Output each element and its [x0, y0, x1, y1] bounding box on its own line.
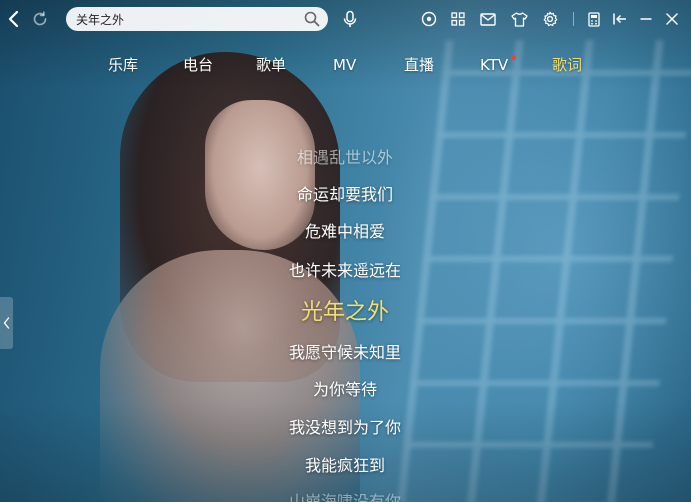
back-arrow-icon[interactable] [2, 8, 24, 30]
lyric-line[interactable]: 相遇乱世以外 [230, 144, 460, 168]
search-input[interactable] [76, 12, 291, 26]
tab-music-library[interactable]: 乐库 [108, 50, 138, 80]
current-lyric-line[interactable]: 光年之外 [230, 294, 460, 326]
lyric-line[interactable]: 为你等待 [230, 376, 460, 400]
tab-label: 直播 [404, 56, 435, 74]
tab-label: 歌词 [552, 56, 583, 74]
record-icon[interactable] [420, 10, 438, 28]
side-panel-toggle[interactable] [0, 297, 13, 349]
lyric-line[interactable]: 我能疯狂到 [230, 452, 460, 476]
settings-gear-icon[interactable] [541, 10, 559, 28]
lyric-line[interactable]: 我没想到为了你 [230, 414, 460, 438]
tab-lyrics[interactable]: 歌词 [552, 50, 582, 80]
tab-label: MV [333, 56, 357, 74]
toolbar-divider [573, 12, 574, 26]
player-window: 乐库 电台 歌单 MV 直播 KTV 歌词 相遇乱世以外 命运却要我们 危难中相… [0, 0, 691, 502]
tab-label: 电台 [183, 56, 214, 74]
calculator-icon[interactable] [585, 10, 603, 28]
minimize-icon[interactable] [637, 10, 655, 28]
notification-dot [511, 55, 517, 60]
tab-live[interactable]: 直播 [404, 50, 434, 80]
lyric-line[interactable]: 山崩海啸没有你 [230, 488, 460, 502]
tab-playlists[interactable]: 歌单 [256, 50, 286, 80]
lyric-line[interactable]: 也许未来遥远在 [230, 257, 460, 281]
grid-apps-icon[interactable] [449, 10, 467, 28]
category-tabs: 乐库 电台 歌单 MV 直播 KTV 歌词 [0, 50, 691, 80]
lyric-line[interactable]: 危难中相爱 [230, 218, 460, 242]
lyric-line[interactable]: 命运却要我们 [230, 181, 460, 205]
tab-mv[interactable]: MV [333, 50, 356, 80]
tab-label: 乐库 [108, 56, 139, 74]
tab-radio[interactable]: 电台 [183, 50, 213, 80]
lyric-line[interactable]: 我愿守候未知里 [230, 339, 460, 363]
skin-tshirt-icon[interactable] [510, 10, 528, 28]
chevron-left-icon [3, 314, 10, 333]
microphone-icon[interactable] [341, 10, 359, 28]
mini-mode-icon[interactable] [611, 10, 629, 28]
top-bar [0, 0, 691, 38]
tab-ktv[interactable]: KTV [480, 50, 517, 80]
lyrics-panel: 相遇乱世以外 命运却要我们 危难中相爱 也许未来遥远在 光年之外 我愿守候未知里… [230, 140, 460, 502]
tab-label: 歌单 [256, 56, 287, 74]
search-bar [66, 7, 328, 31]
close-icon[interactable] [663, 10, 681, 28]
search-icon[interactable] [304, 11, 320, 27]
tab-label: KTV [480, 56, 509, 74]
mail-icon[interactable] [479, 10, 497, 28]
refresh-icon[interactable] [29, 8, 51, 30]
